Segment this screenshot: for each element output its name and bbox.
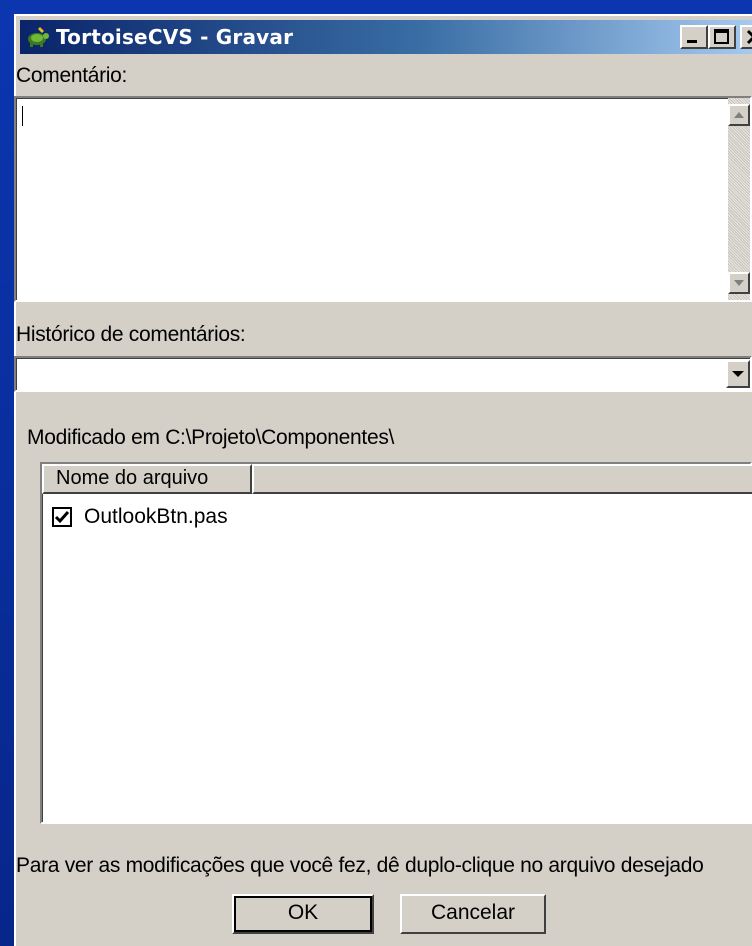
- ok-button[interactable]: OK: [232, 894, 374, 934]
- cancel-button[interactable]: Cancelar: [400, 894, 546, 934]
- column-header-empty[interactable]: [252, 464, 752, 494]
- list-header: Nome do arquivo: [42, 464, 752, 494]
- close-button[interactable]: [740, 25, 752, 49]
- history-dropdown[interactable]: [14, 356, 752, 392]
- maximize-button[interactable]: [708, 25, 736, 49]
- arrow-down-icon: [734, 280, 744, 286]
- scroll-down-button[interactable]: [728, 272, 750, 294]
- desktop: TortoiseCVS - Gravar Comentário: Históri…: [0, 0, 752, 946]
- scroll-up-button[interactable]: [728, 104, 750, 126]
- dropdown-arrow-button[interactable]: [726, 360, 750, 388]
- list-item[interactable]: OutlookBtn.pas: [52, 502, 228, 532]
- checkmark-icon: [54, 511, 70, 524]
- arrow-up-icon: [734, 112, 744, 118]
- title-bar[interactable]: TortoiseCVS - Gravar: [20, 20, 752, 54]
- tortoise-icon: [28, 27, 49, 47]
- history-label: Histórico de comentários:: [16, 323, 246, 346]
- minimize-button[interactable]: [680, 25, 708, 49]
- file-list[interactable]: Nome do arquivo OutlookBtn.pas: [40, 462, 752, 824]
- file-checkbox[interactable]: [52, 507, 72, 527]
- minimize-icon: [687, 40, 697, 43]
- comment-scrollbar[interactable]: [728, 98, 750, 300]
- file-name: OutlookBtn.pas: [84, 505, 228, 528]
- column-header-filename[interactable]: Nome do arquivo: [42, 464, 252, 494]
- close-icon: [746, 29, 752, 45]
- modified-location-label: Modificado em C:\Projeto\Componentes\: [27, 426, 395, 449]
- window-title: TortoiseCVS - Gravar: [56, 25, 294, 49]
- text-caret: [22, 106, 23, 126]
- hint-text: Para ver as modificações que você fez, d…: [16, 854, 704, 877]
- maximize-icon: [714, 29, 729, 44]
- comment-textarea[interactable]: [14, 96, 752, 302]
- chevron-down-icon: [732, 371, 744, 377]
- comment-label: Comentário:: [16, 64, 128, 87]
